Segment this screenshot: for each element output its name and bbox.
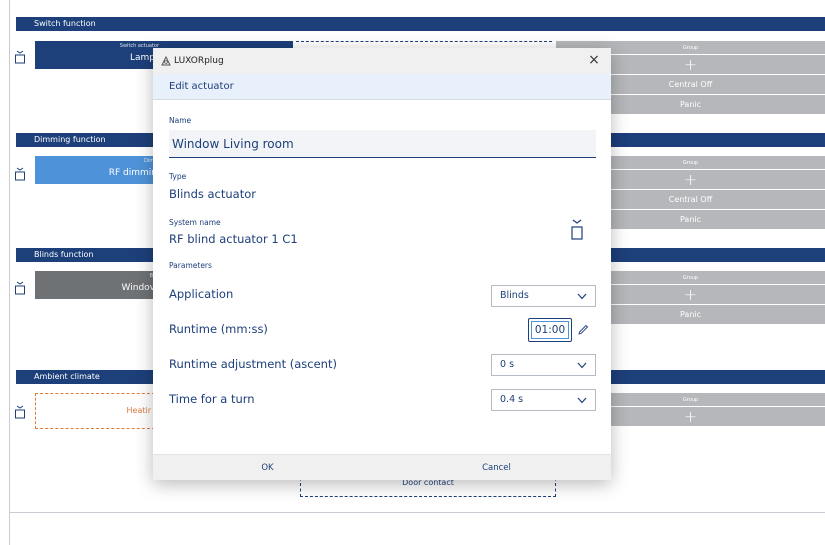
select-value: 0 s [500, 359, 515, 370]
name-input[interactable] [169, 130, 596, 158]
app-window: Switch function Switch actuator Lamp Gro… [0, 0, 825, 545]
name-label: Name [169, 116, 192, 125]
device-icon [15, 167, 25, 181]
runtime-adjustment-label: Runtime adjustment (ascent) [169, 357, 337, 371]
select-value: Blinds [500, 290, 529, 301]
card-label: Heatir [126, 406, 152, 415]
system-name-value: RF blind actuator 1 C1 [169, 232, 298, 246]
section-header-switch: Switch function [16, 17, 825, 31]
ok-button[interactable]: OK [153, 455, 382, 481]
turn-time-select[interactable]: 0.4 s [491, 389, 596, 411]
dialog-title: Edit actuator [169, 81, 234, 92]
card-label: Windov [121, 283, 155, 293]
edit-actuator-dialog: LUXORplug × Edit actuator Name Type Blin… [153, 48, 611, 480]
runtime-label: Runtime (mm:ss) [169, 322, 268, 336]
device-icon [15, 405, 25, 419]
chevron-down-icon [577, 397, 587, 404]
runtime-value: 01:00 [531, 321, 569, 339]
frame-left-border [9, 0, 10, 545]
card-label: Lamp [129, 53, 155, 63]
parameters-label: Parameters [169, 261, 212, 270]
runtime-adjustment-select[interactable]: 0 s [491, 354, 596, 376]
dialog-footer: OK Cancel [153, 454, 611, 480]
runtime-time-field[interactable]: 01:00 [528, 318, 572, 342]
device-icon [15, 281, 25, 295]
application-select[interactable]: Blinds [491, 285, 596, 307]
device-icon [15, 50, 25, 64]
card-label: RF dimmir [108, 168, 155, 178]
turn-time-label: Time for a turn [169, 392, 255, 406]
device-icon [571, 219, 583, 240]
dialog-header: Edit actuator [153, 74, 611, 100]
frame-bottom-border [9, 512, 825, 513]
type-label: Type [169, 172, 187, 181]
system-name-label: System name [169, 218, 221, 227]
heating-placeholder[interactable]: Heatir [35, 393, 155, 429]
pencil-edit-icon[interactable] [577, 324, 589, 336]
type-value: Blinds actuator [169, 187, 257, 201]
select-value: 0.4 s [500, 394, 524, 405]
app-logo-icon [161, 56, 171, 66]
application-label: Application [169, 287, 234, 301]
close-icon[interactable]: × [587, 52, 601, 68]
dialog-titlebar: LUXORplug × [153, 48, 611, 74]
chevron-down-icon [577, 362, 587, 369]
chevron-down-icon [577, 293, 587, 300]
cancel-button[interactable]: Cancel [382, 455, 611, 481]
app-name: LUXORplug [174, 56, 224, 66]
